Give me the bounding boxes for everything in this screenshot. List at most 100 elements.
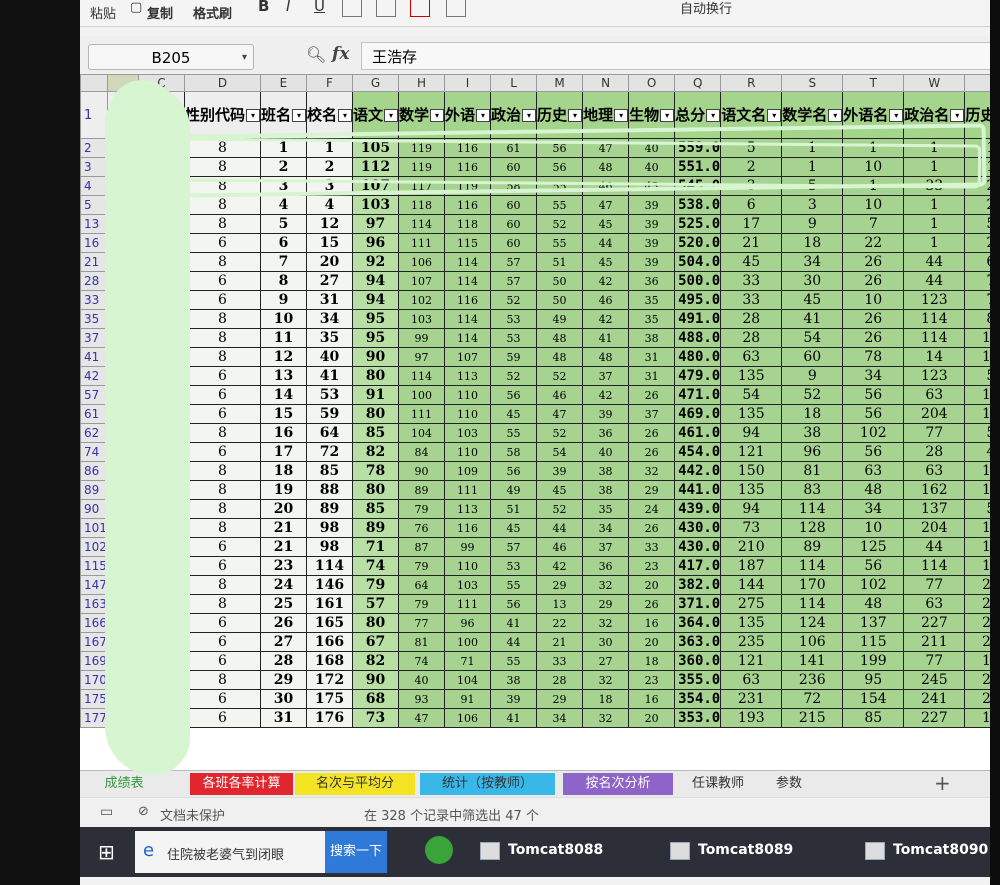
cell-nn[interactable]: 45 [582, 252, 630, 272]
cell-w[interactable]: 114 [903, 309, 966, 329]
cell-s[interactable]: 170 [781, 575, 844, 595]
cell-q[interactable]: 355.0 [674, 670, 722, 690]
cell-q[interactable]: 504.0 [674, 252, 722, 272]
cell-nn[interactable]: 18 [582, 689, 630, 709]
border-icon[interactable] [342, 0, 362, 17]
cell-r[interactable]: 33 [720, 271, 783, 291]
cell-q[interactable]: 430.0 [674, 537, 722, 557]
cell-w[interactable]: 211 [903, 632, 966, 652]
cell-i[interactable]: 104 [444, 670, 492, 690]
cell-m[interactable]: 54 [536, 442, 584, 462]
cell-e[interactable]: 15 [259, 404, 307, 424]
cell-s[interactable]: 60 [781, 347, 844, 367]
cell-h[interactable]: 118 [397, 195, 446, 215]
cell-f[interactable]: 12 [305, 214, 353, 234]
cell-l[interactable]: 53 [490, 556, 538, 576]
cell-q[interactable]: 354.0 [674, 689, 722, 709]
cell-l[interactable]: 55 [490, 651, 538, 671]
cell-i[interactable]: 109 [444, 461, 492, 481]
cell-s[interactable]: 54 [781, 328, 844, 348]
cell-f[interactable]: 168 [305, 651, 353, 671]
row-number[interactable]: 2 [80, 138, 108, 158]
cell-i[interactable]: 114 [444, 252, 492, 272]
chevron-down-icon[interactable]: ▾ [242, 45, 247, 71]
column-letter[interactable]: T [842, 74, 905, 92]
cell-r[interactable]: 94 [720, 423, 783, 443]
cell-w[interactable]: 123 [903, 366, 966, 386]
cell-h[interactable]: 114 [397, 366, 446, 386]
cell-g[interactable]: 57 [351, 594, 400, 614]
cell-f[interactable]: 31 [305, 290, 353, 310]
column-letter[interactable]: Q [674, 74, 722, 92]
row-number[interactable]: 57 [80, 385, 108, 405]
cell-f[interactable]: 166 [305, 632, 353, 652]
filter-dropdown-icon[interactable]: ▾ [522, 108, 536, 122]
cell-t[interactable]: 78 [842, 347, 905, 367]
cell-d[interactable]: 8 [183, 480, 261, 500]
cell-h[interactable]: 90 [397, 461, 446, 481]
cell-l[interactable]: 60 [490, 195, 538, 215]
cell-g[interactable]: 96 [351, 233, 400, 253]
cell-f[interactable]: 41 [305, 366, 353, 386]
column-letter[interactable]: W [903, 74, 966, 92]
cell-d[interactable]: 6 [183, 404, 261, 424]
cell-m[interactable]: 51 [536, 252, 584, 272]
cell-i[interactable]: 113 [444, 499, 492, 519]
cell-f[interactable]: 27 [305, 271, 353, 291]
cell-r[interactable]: 121 [720, 442, 783, 462]
cell-i[interactable]: 114 [444, 328, 492, 348]
cell-o[interactable]: 37 [628, 404, 676, 424]
clear-icon[interactable] [446, 0, 466, 17]
cell-r[interactable]: 33 [720, 290, 783, 310]
cell-nn[interactable]: 35 [582, 499, 630, 519]
cell-t[interactable]: 102 [842, 423, 905, 443]
cell-g[interactable]: 80 [351, 404, 400, 424]
cell-t[interactable]: 26 [842, 328, 905, 348]
cell-r[interactable]: 17 [720, 214, 783, 234]
cell-e[interactable]: 11 [259, 328, 307, 348]
cell-i[interactable]: 116 [444, 195, 492, 215]
cell-o[interactable]: 39 [628, 252, 676, 272]
cell-l[interactable]: 58 [490, 442, 538, 462]
cell-g[interactable]: 91 [351, 385, 400, 405]
cell-i[interactable]: 116 [444, 518, 492, 538]
cell-w[interactable]: 227 [903, 708, 966, 728]
cell-r[interactable]: 63 [720, 670, 783, 690]
cell-e[interactable]: 13 [259, 366, 307, 386]
cell-w[interactable]: 241 [903, 689, 966, 709]
filter-dropdown-icon[interactable]: ▾ [291, 108, 306, 122]
zoom-icon[interactable]: 🔍︎ [306, 45, 326, 64]
cell-s[interactable]: 52 [781, 385, 844, 405]
taskbar-item[interactable]: Tomcat8088 [508, 842, 603, 858]
column-letter[interactable]: M [536, 74, 584, 92]
cell-s[interactable]: 83 [781, 480, 844, 500]
row-number[interactable]: 21 [80, 252, 108, 272]
cell-s[interactable]: 124 [781, 613, 844, 633]
cell-nn[interactable]: 46 [582, 290, 630, 310]
cell-o[interactable]: 20 [628, 632, 676, 652]
row-number[interactable]: 101 [80, 518, 108, 538]
cell-nn[interactable]: 37 [582, 537, 630, 557]
column-letter[interactable]: L [490, 74, 538, 92]
cell-q[interactable]: 360.0 [674, 651, 722, 671]
cell-t[interactable]: 34 [842, 499, 905, 519]
cell-t[interactable]: 102 [842, 575, 905, 595]
cell-t[interactable]: 95 [842, 670, 905, 690]
sheet-tab[interactable]: 任课教师 [678, 773, 758, 795]
cell-r[interactable]: 45 [720, 252, 783, 272]
cell-q[interactable]: 442.0 [674, 461, 722, 481]
format-painter-button[interactable]: 格式刷 [193, 3, 232, 22]
filter-dropdown-icon[interactable]: ▾ [430, 108, 444, 122]
cell-q[interactable]: 525.0 [674, 214, 722, 234]
column-letter[interactable]: N [582, 74, 630, 92]
cell-g[interactable]: 74 [351, 556, 400, 576]
sheet-tab[interactable]: 按名次分析 [563, 773, 673, 795]
cell-t[interactable]: 34 [842, 366, 905, 386]
filter-dropdown-icon[interactable]: ▾ [245, 108, 260, 122]
cell-i[interactable]: 113 [444, 366, 492, 386]
cell-m[interactable]: 47 [536, 404, 584, 424]
cell-g[interactable]: 78 [351, 461, 400, 481]
cell-m[interactable]: 13 [536, 594, 584, 614]
cell-t[interactable]: 22 [842, 233, 905, 253]
cell-h[interactable]: 47 [397, 708, 446, 728]
